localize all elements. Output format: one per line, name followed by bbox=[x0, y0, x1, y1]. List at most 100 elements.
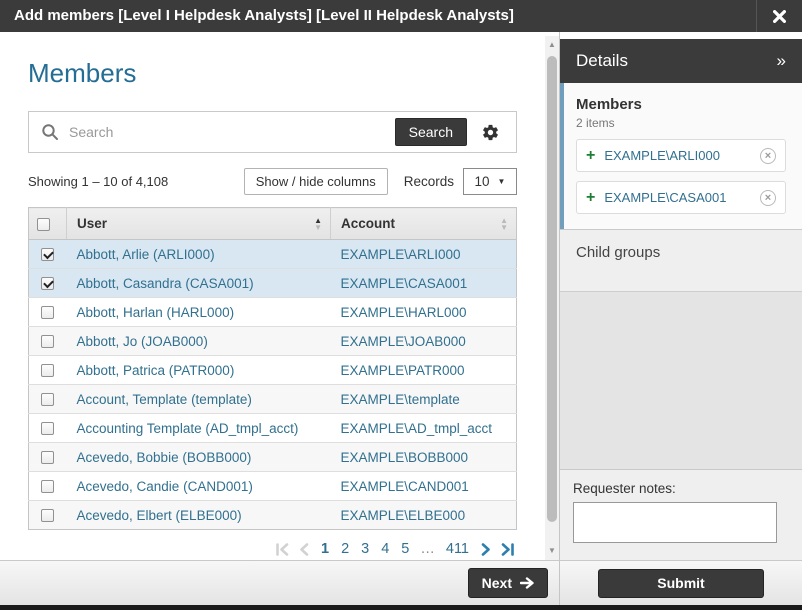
account-link[interactable]: EXAMPLE\ELBE000 bbox=[341, 508, 466, 523]
table-toolbar: Showing 1 – 10 of 4,108 Show / hide colu… bbox=[28, 168, 517, 195]
row-checkbox[interactable] bbox=[41, 335, 54, 348]
left-footer: Next bbox=[0, 560, 559, 605]
first-page-icon bbox=[275, 543, 290, 556]
details-members-list: +EXAMPLE\ARLI000×+EXAMPLE\CASA001× bbox=[576, 139, 786, 214]
member-label[interactable]: EXAMPLE\CASA001 bbox=[604, 190, 760, 205]
last-page-icon bbox=[500, 543, 515, 556]
submit-button[interactable]: Submit bbox=[598, 569, 764, 598]
details-empty-area bbox=[560, 291, 802, 469]
row-checkbox[interactable] bbox=[41, 393, 54, 406]
chevron-down-icon: ▼ bbox=[498, 177, 506, 186]
dialog-header: Add members [Level I Helpdesk Analysts] … bbox=[0, 0, 802, 32]
records-select[interactable]: 10 ▼ bbox=[463, 168, 517, 195]
user-link[interactable]: Abbott, Casandra (CASA001) bbox=[77, 276, 254, 291]
table-row[interactable]: Abbott, Harlan (HARL000) EXAMPLE\HARL000 bbox=[29, 298, 517, 327]
pagination-next-button[interactable] bbox=[479, 543, 494, 556]
member-item: +EXAMPLE\CASA001× bbox=[576, 181, 786, 214]
user-link[interactable]: Abbott, Arlie (ARLI000) bbox=[77, 247, 215, 262]
account-link[interactable]: EXAMPLE\ARLI000 bbox=[341, 247, 461, 262]
column-header-account[interactable]: Account ▲▼ bbox=[331, 208, 517, 240]
pagination-page-5[interactable]: 5 bbox=[395, 541, 415, 557]
table-row[interactable]: Acevedo, Bobbie (BOBB000) EXAMPLE\BOBB000 bbox=[29, 443, 517, 472]
user-link[interactable]: Acevedo, Candie (CAND001) bbox=[77, 479, 253, 494]
user-link[interactable]: Acevedo, Elbert (ELBE000) bbox=[77, 508, 242, 523]
row-checkbox[interactable] bbox=[41, 277, 54, 290]
pagination-page-4[interactable]: 4 bbox=[375, 541, 395, 557]
search-bar: Search bbox=[28, 111, 517, 153]
page-title: Members bbox=[28, 58, 517, 89]
scrollbar-thumb[interactable] bbox=[547, 56, 557, 522]
add-member-icon: + bbox=[586, 148, 595, 164]
close-button[interactable] bbox=[756, 0, 802, 32]
account-link[interactable]: EXAMPLE\CASA001 bbox=[341, 276, 468, 291]
row-checkbox[interactable] bbox=[41, 451, 54, 464]
row-checkbox[interactable] bbox=[41, 509, 54, 522]
table-row[interactable]: Abbott, Patrica (PATR000) EXAMPLE\PATR000 bbox=[29, 356, 517, 385]
remove-member-button[interactable]: × bbox=[760, 148, 776, 164]
records-value: 10 bbox=[475, 174, 490, 189]
table-row[interactable]: Acevedo, Candie (CAND001) EXAMPLE\CAND001 bbox=[29, 472, 517, 501]
details-title: Details bbox=[576, 51, 777, 71]
collapse-panel-button[interactable]: » bbox=[777, 51, 786, 71]
pagination-page-last[interactable]: 411 bbox=[440, 541, 475, 557]
next-button[interactable]: Next bbox=[468, 568, 548, 598]
account-link[interactable]: EXAMPLE\template bbox=[341, 392, 460, 407]
search-button[interactable]: Search bbox=[395, 118, 467, 146]
user-table: User ▲▼ Account ▲▼ Abbott, Arlie (ARLI00… bbox=[28, 207, 517, 530]
settings-button[interactable] bbox=[481, 123, 500, 142]
child-groups-heading: Child groups bbox=[576, 244, 786, 261]
scroll-up-icon[interactable]: ▲ bbox=[545, 38, 559, 52]
requester-notes-label: Requester notes: bbox=[573, 481, 789, 496]
pagination-ellipsis: … bbox=[419, 541, 436, 557]
show-hide-columns-button[interactable]: Show / hide columns bbox=[244, 168, 388, 195]
account-link[interactable]: EXAMPLE\AD_tmpl_acct bbox=[341, 421, 493, 436]
account-link[interactable]: EXAMPLE\PATR000 bbox=[341, 363, 465, 378]
pagination-page-1[interactable]: 1 bbox=[315, 541, 335, 557]
user-link[interactable]: Abbott, Jo (JOAB000) bbox=[77, 334, 208, 349]
pagination: 12345 … 411 bbox=[28, 541, 517, 557]
remove-member-button[interactable]: × bbox=[760, 190, 776, 206]
table-row[interactable]: Abbott, Arlie (ARLI000) EXAMPLE\ARLI000 bbox=[29, 240, 517, 269]
member-label[interactable]: EXAMPLE\ARLI000 bbox=[604, 148, 760, 163]
details-members-heading: Members bbox=[576, 96, 786, 113]
pagination-prev-button[interactable] bbox=[296, 543, 311, 556]
details-members-section: Members 2 items +EXAMPLE\ARLI000×+EXAMPL… bbox=[560, 83, 802, 229]
members-panel: Members Search Showing 1 – 10 of 4,108 S… bbox=[0, 32, 545, 560]
column-header-user[interactable]: User ▲▼ bbox=[67, 208, 331, 240]
sort-icon: ▲▼ bbox=[500, 217, 508, 231]
search-input[interactable] bbox=[69, 124, 395, 140]
user-link[interactable]: Account, Template (template) bbox=[77, 392, 252, 407]
account-link[interactable]: EXAMPLE\JOAB000 bbox=[341, 334, 466, 349]
user-link[interactable]: Abbott, Harlan (HARL000) bbox=[77, 305, 235, 320]
table-row[interactable]: Abbott, Jo (JOAB000) EXAMPLE\JOAB000 bbox=[29, 327, 517, 356]
previous-page-icon bbox=[298, 543, 309, 556]
row-checkbox[interactable] bbox=[41, 248, 54, 261]
account-link[interactable]: EXAMPLE\HARL000 bbox=[341, 305, 467, 320]
pagination-first-button[interactable] bbox=[273, 543, 292, 556]
select-all-checkbox[interactable] bbox=[37, 218, 50, 231]
account-link[interactable]: EXAMPLE\CAND001 bbox=[341, 479, 469, 494]
details-panel: Details » Members 2 items +EXAMPLE\ARLI0… bbox=[559, 32, 802, 560]
account-link[interactable]: EXAMPLE\BOBB000 bbox=[341, 450, 469, 465]
requester-notes-textarea[interactable] bbox=[573, 502, 777, 543]
table-row[interactable]: Abbott, Casandra (CASA001) EXAMPLE\CASA00… bbox=[29, 269, 517, 298]
table-row[interactable]: Acevedo, Elbert (ELBE000) EXAMPLE\ELBE000 bbox=[29, 501, 517, 530]
details-header: Details » bbox=[560, 39, 802, 83]
row-checkbox[interactable] bbox=[41, 422, 54, 435]
vertical-scrollbar[interactable]: ▲ ▼ bbox=[545, 36, 559, 560]
table-row[interactable]: Account, Template (template) EXAMPLE\temp… bbox=[29, 385, 517, 414]
child-groups-section: Child groups bbox=[560, 229, 802, 291]
user-link[interactable]: Accounting Template (AD_tmpl_acct) bbox=[77, 421, 299, 436]
pagination-page-2[interactable]: 2 bbox=[335, 541, 355, 557]
row-checkbox[interactable] bbox=[41, 306, 54, 319]
user-link[interactable]: Acevedo, Bobbie (BOBB000) bbox=[77, 450, 252, 465]
pagination-last-button[interactable] bbox=[498, 543, 517, 556]
row-checkbox[interactable] bbox=[41, 364, 54, 377]
requester-notes-section: Requester notes: bbox=[560, 469, 802, 560]
member-item: + EXAMPLE\ARLI000× bbox=[576, 139, 786, 172]
pagination-page-3[interactable]: 3 bbox=[355, 541, 375, 557]
table-row[interactable]: Accounting Template (AD_tmpl_acct) EXAMPL… bbox=[29, 414, 517, 443]
scroll-down-icon[interactable]: ▼ bbox=[545, 544, 559, 558]
row-checkbox[interactable] bbox=[41, 480, 54, 493]
user-link[interactable]: Abbott, Patrica (PATR000) bbox=[77, 363, 235, 378]
